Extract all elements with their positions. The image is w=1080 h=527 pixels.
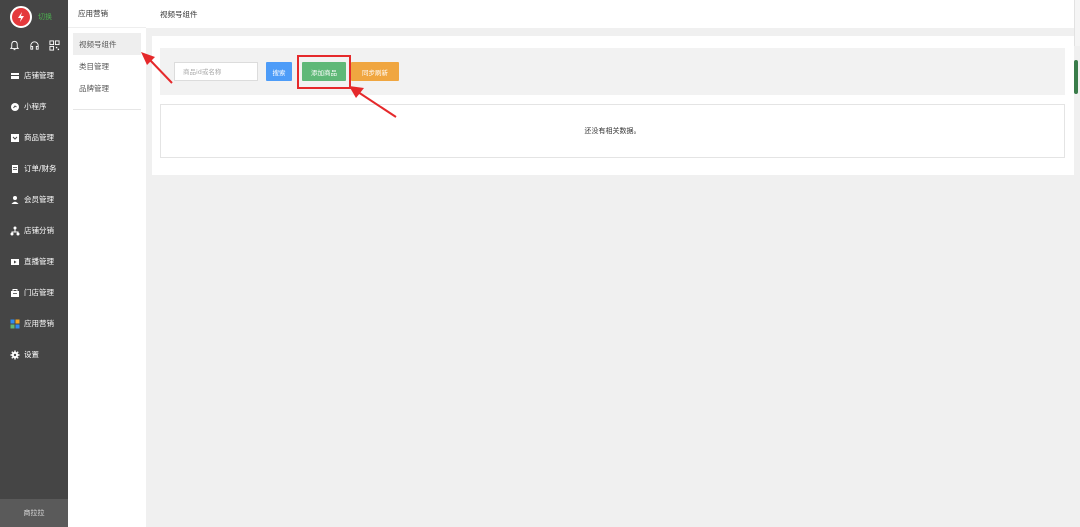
scrollbar-thumb[interactable]	[1074, 60, 1078, 94]
main-sidebar: 切换 店铺管理 小程序 商品管理 订单/财务 会员管理 店铺分销 直播管理 门店…	[0, 0, 68, 527]
member-icon	[10, 195, 20, 205]
menu-item-label: 商品管理	[24, 133, 54, 142]
add-goods-button[interactable]: 添加商品	[302, 62, 346, 81]
menu-item-label: 直播管理	[24, 257, 54, 266]
menu-item-label: 应用营销	[24, 319, 54, 328]
main-menu: 店铺管理 小程序 商品管理 订单/财务 会员管理 店铺分销 直播管理 门店管理	[0, 60, 68, 370]
miniprogram-icon	[10, 102, 20, 112]
menu-item-settings[interactable]: 设置	[0, 339, 68, 370]
headset-icon[interactable]	[27, 38, 41, 52]
store-icon	[10, 71, 20, 81]
menu-item-miniprogram[interactable]: 小程序	[0, 91, 68, 122]
subnav-item-video-component[interactable]: 视频号组件	[73, 33, 141, 55]
subnav-item-category[interactable]: 类目管理	[73, 55, 141, 77]
menu-item-label: 会员管理	[24, 195, 54, 204]
goods-icon	[10, 133, 20, 143]
apps-icon	[10, 319, 20, 329]
empty-state: 还没有相关数据。	[160, 104, 1065, 158]
menu-item-label: 设置	[24, 350, 39, 359]
menu-item-goods[interactable]: 商品管理	[0, 122, 68, 153]
menu-item-label: 订单/财务	[24, 164, 57, 173]
menu-item-apps[interactable]: 应用营销	[0, 308, 68, 339]
search-input[interactable]	[174, 62, 258, 81]
menu-item-member[interactable]: 会员管理	[0, 184, 68, 215]
menu-item-label: 店铺分销	[24, 226, 54, 235]
sync-refresh-button[interactable]: 同步刷新	[351, 62, 399, 81]
menu-item-order[interactable]: 订单/财务	[0, 153, 68, 184]
menu-item-shop[interactable]: 门店管理	[0, 277, 68, 308]
gear-icon	[10, 350, 20, 360]
bell-icon[interactable]	[7, 38, 21, 52]
right-edge-tab[interactable]	[1074, 0, 1080, 46]
menu-item-label: 店铺管理	[24, 71, 54, 80]
search-button[interactable]: 搜索	[266, 62, 292, 81]
sidebar-footer[interactable]: 商拉拉	[0, 499, 68, 527]
switch-link[interactable]: 切换	[38, 12, 52, 22]
page-header: 视频号组件	[146, 0, 1080, 28]
subnav-divider	[73, 109, 141, 110]
subnav-item-brand[interactable]: 品牌管理	[73, 77, 141, 99]
page-title: 视频号组件	[160, 9, 198, 19]
logo-icon[interactable]	[10, 6, 32, 28]
menu-item-label: 小程序	[24, 102, 47, 111]
quick-icons	[0, 34, 68, 56]
live-icon	[10, 257, 20, 267]
empty-text: 还没有相关数据。	[584, 127, 641, 135]
menu-item-live[interactable]: 直播管理	[0, 246, 68, 277]
qrcode-icon[interactable]	[47, 38, 61, 52]
distribution-icon	[10, 226, 20, 236]
menu-item-label: 门店管理	[24, 288, 54, 297]
sub-navigation: 应用营销 视频号组件 类目管理 品牌管理	[68, 0, 146, 527]
content-card: 搜索 添加商品 同步刷新 还没有相关数据。	[152, 36, 1074, 175]
menu-item-distribution[interactable]: 店铺分销	[0, 215, 68, 246]
order-icon	[10, 164, 20, 174]
filter-bar: 搜索 添加商品 同步刷新	[160, 48, 1065, 95]
shop-icon	[10, 288, 20, 298]
subnav-list: 视频号组件 类目管理 品牌管理	[68, 28, 146, 104]
menu-item-store[interactable]: 店铺管理	[0, 60, 68, 91]
subnav-title: 应用营销	[68, 0, 146, 28]
logo-row: 切换	[0, 0, 68, 34]
